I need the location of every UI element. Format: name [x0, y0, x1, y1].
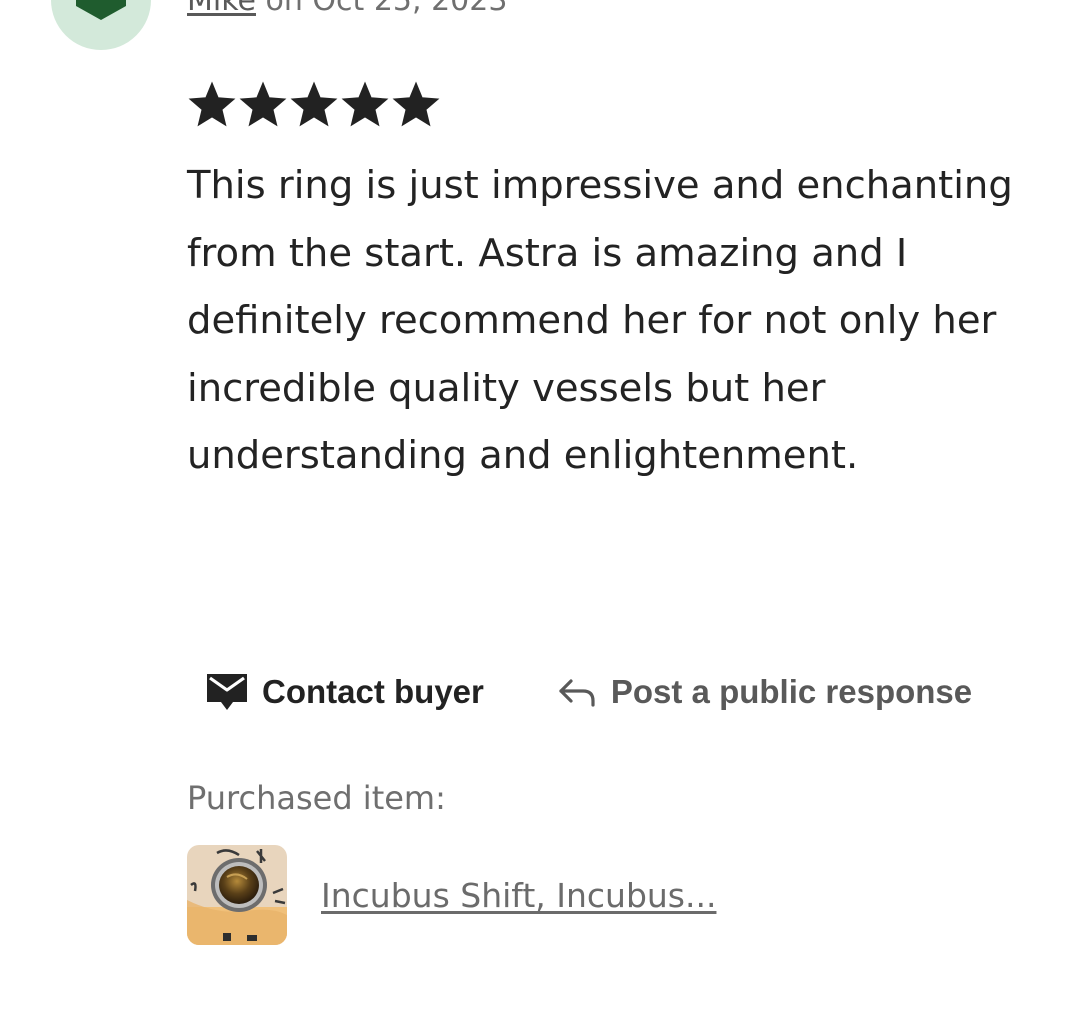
star-filled-icon: [290, 81, 338, 127]
contact-buyer-button[interactable]: Contact buyer: [205, 672, 484, 712]
purchased-item-label: Purchased item:: [187, 779, 446, 817]
review-card: Mike on Oct 25, 2023 This ring is just i…: [0, 0, 1080, 1033]
reviewer-avatar[interactable]: [51, 0, 151, 50]
star-filled-icon: [239, 81, 287, 127]
envelope-icon: [207, 674, 247, 710]
reply-arrow-icon: [559, 679, 595, 707]
contact-buyer-label: Contact buyer: [262, 673, 484, 710]
purchased-item-link[interactable]: Incubus Shift, Incubus...: [321, 876, 716, 915]
item-thumbnail[interactable]: [187, 845, 287, 945]
star-filled-icon: [341, 81, 389, 127]
review-text: This ring is just impressive and enchant…: [187, 163, 1013, 478]
review-date: on Oct 25, 2023: [265, 0, 508, 18]
star-rating: [187, 80, 442, 130]
avatar-shield-icon: [76, 0, 126, 20]
star-filled-icon: [392, 81, 440, 127]
post-public-response-button[interactable]: Post a public response: [557, 673, 972, 711]
review-actions: Contact buyer Post a public response: [205, 668, 972, 716]
post-public-response-label: Post a public response: [610, 673, 973, 710]
star-filled-icon: [188, 81, 236, 127]
reviewer-name-link[interactable]: Mike: [187, 0, 256, 18]
review-byline: Mike on Oct 25, 2023: [187, 0, 507, 18]
purchased-item: Incubus Shift, Incubus...: [187, 845, 716, 945]
